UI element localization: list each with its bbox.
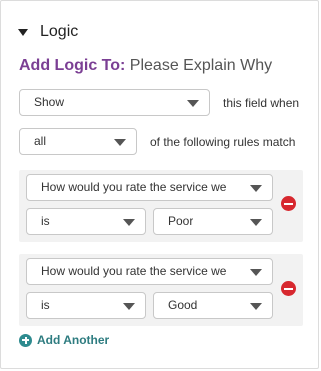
add-another-button[interactable]: Add Another <box>19 333 109 347</box>
chevron-down-icon <box>123 219 135 226</box>
rule-field-select[interactable]: How would you rate the service we <box>26 174 273 201</box>
rule-value-select[interactable]: Poor <box>153 208 273 235</box>
match-select-value: all <box>34 134 47 148</box>
rule-value-select[interactable]: Good <box>153 292 273 319</box>
rule-value-value: Poor <box>168 214 194 228</box>
action-suffix: this field when <box>223 96 300 110</box>
add-logic-target: Add Logic To: Please Explain Why <box>19 57 272 75</box>
action-select-value: Show <box>34 95 65 109</box>
target-field-name: Please Explain Why <box>129 57 273 74</box>
rule-field-value: How would you rate the service we <box>41 180 227 194</box>
rule-value-value: Good <box>168 298 198 312</box>
rule-field-value: How would you rate the service we <box>41 264 227 278</box>
add-logic-label: Add Logic To: <box>19 57 126 74</box>
chevron-down-icon <box>250 303 262 310</box>
rule-row: How would you rate the service we is Goo… <box>19 254 303 326</box>
rule-operator-select[interactable]: is <box>26 292 146 319</box>
remove-rule-icon[interactable] <box>281 196 296 211</box>
rule-operator-select[interactable]: is <box>26 208 146 235</box>
match-select[interactable]: all <box>19 128 137 155</box>
chevron-down-icon <box>187 100 199 107</box>
rule-operator-value: is <box>41 298 50 312</box>
plus-circle-icon <box>19 333 32 347</box>
remove-rule-icon[interactable] <box>281 281 296 296</box>
action-select[interactable]: Show <box>19 89 210 116</box>
caret-down-icon[interactable] <box>18 28 28 36</box>
chevron-down-icon <box>114 139 126 146</box>
chevron-down-icon <box>123 303 135 310</box>
chevron-down-icon <box>250 219 262 226</box>
chevron-down-icon <box>250 185 262 192</box>
rule-operator-value: is <box>41 214 50 228</box>
add-another-label: Add Another <box>37 333 110 347</box>
rule-row: How would you rate the service we is Poo… <box>19 170 303 242</box>
rule-field-select[interactable]: How would you rate the service we <box>26 258 273 285</box>
chevron-down-icon <box>250 269 262 276</box>
logic-header[interactable]: Logic <box>18 23 78 41</box>
logic-panel: Logic Add Logic To: Please Explain Why S… <box>0 0 319 369</box>
match-suffix: of the following rules match <box>150 135 296 149</box>
logic-title: Logic <box>40 23 79 40</box>
